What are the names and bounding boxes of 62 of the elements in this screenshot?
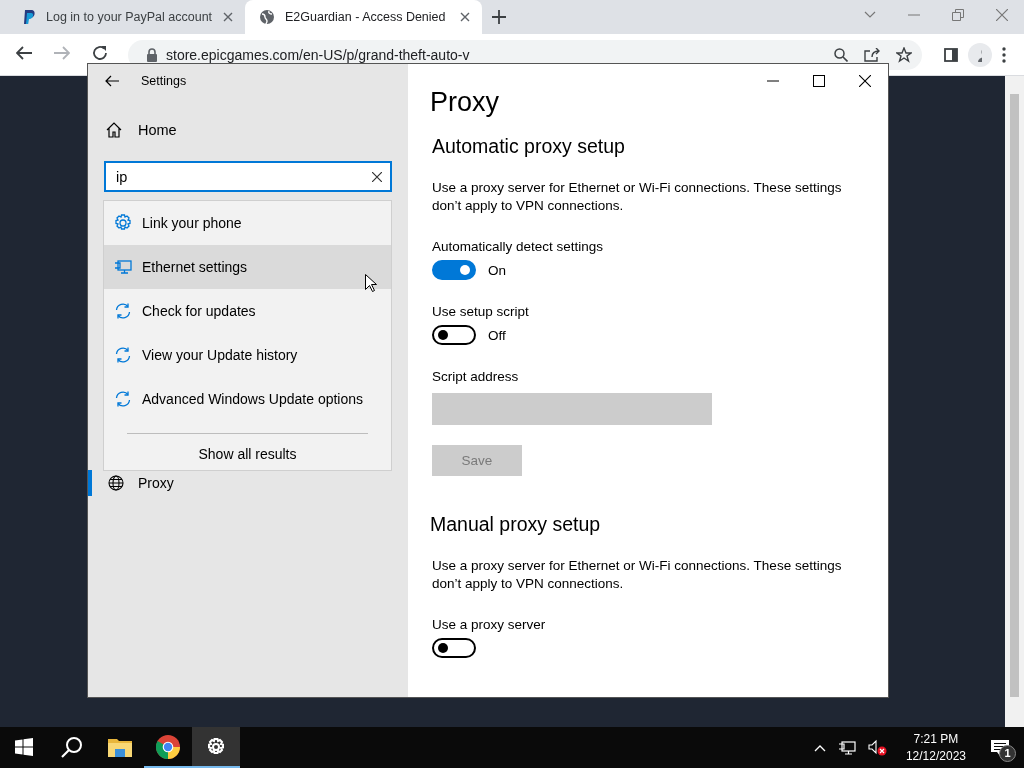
sync-icon <box>114 302 132 320</box>
scrollbar[interactable] <box>1005 76 1024 727</box>
kebab-menu-icon[interactable] <box>1002 46 1006 63</box>
section-description: Use a proxy server for Ethernet or Wi-Fi connections. These settings don’t apply to VPN connections. <box>432 557 843 593</box>
toggle-switch[interactable] <box>432 638 476 658</box>
home-link[interactable]: Home <box>88 98 408 140</box>
clear-icon[interactable] <box>372 171 382 182</box>
cursor-icon <box>365 274 377 292</box>
search-icon[interactable] <box>61 735 83 758</box>
setting-label: Use a proxy server <box>432 617 547 633</box>
back-arrow-icon[interactable] <box>16 45 32 60</box>
search-result[interactable]: Check for updates <box>104 289 391 333</box>
chrome-icon[interactable] <box>156 734 180 759</box>
folder-icon[interactable] <box>108 736 132 757</box>
volume-muted-icon[interactable] <box>867 738 888 757</box>
toggle-state: On <box>488 262 506 278</box>
section-description: Use a proxy server for Ethernet or Wi-Fi connections. These settings don’t apply to VPN connections. <box>432 179 843 215</box>
section-heading: Manual proxy setup <box>430 512 602 536</box>
paypal-icon <box>22 9 36 25</box>
toggle-switch[interactable] <box>432 325 476 345</box>
back-arrow-icon[interactable] <box>105 75 119 87</box>
search-result[interactable]: Link your phone <box>104 201 391 245</box>
search-field[interactable]: ip <box>104 161 392 192</box>
restore-icon[interactable] <box>952 9 964 21</box>
show-all-results-link[interactable]: Show all results <box>198 446 297 470</box>
toggle-state: Off <box>488 327 506 343</box>
maximize-icon[interactable] <box>813 75 825 87</box>
field-label: Script address <box>432 369 520 385</box>
page-title: Proxy <box>430 86 501 118</box>
chevron-up-icon[interactable] <box>813 743 826 752</box>
windows-start-icon[interactable] <box>15 737 33 756</box>
search-result[interactable]: View your Update history <box>104 333 391 377</box>
new-tab-icon[interactable] <box>492 10 506 24</box>
side-panel-icon[interactable] <box>944 47 958 62</box>
search-result[interactable]: Ethernet settings <box>104 245 391 289</box>
globe-icon <box>259 9 275 25</box>
gear-icon <box>114 214 132 232</box>
setting-label: Automatically detect settings <box>432 239 605 255</box>
sync-icon <box>114 390 132 408</box>
globe-icon <box>108 475 124 491</box>
close-icon[interactable] <box>460 12 470 22</box>
setting-label: Use setup script <box>432 304 530 320</box>
browser-tab[interactable]: E2Guardian - Access Denied <box>245 0 482 34</box>
search-result[interactable]: Advanced Windows Update options <box>104 377 391 421</box>
chevron-down-icon[interactable] <box>864 11 876 19</box>
sync-icon <box>114 346 132 364</box>
browser-tab[interactable]: Log in to your PayPal account <box>8 0 245 34</box>
share-icon[interactable] <box>864 47 880 62</box>
lock-icon <box>146 47 158 62</box>
search-icon[interactable] <box>834 47 848 62</box>
gear-icon[interactable] <box>207 737 225 756</box>
window-title: Settings <box>141 74 187 88</box>
toggle-switch[interactable] <box>432 260 476 280</box>
monitor-icon <box>114 259 132 275</box>
reload-icon[interactable] <box>92 44 108 61</box>
home-icon <box>106 122 122 138</box>
section-heading: Automatic proxy setup <box>432 134 626 158</box>
star-icon[interactable] <box>896 46 912 63</box>
network-icon[interactable] <box>837 739 856 756</box>
taskbar-button[interactable] <box>192 727 240 768</box>
clock[interactable]: 7:21 PM 12/12/2023 <box>905 730 966 765</box>
close-icon[interactable] <box>859 75 871 87</box>
